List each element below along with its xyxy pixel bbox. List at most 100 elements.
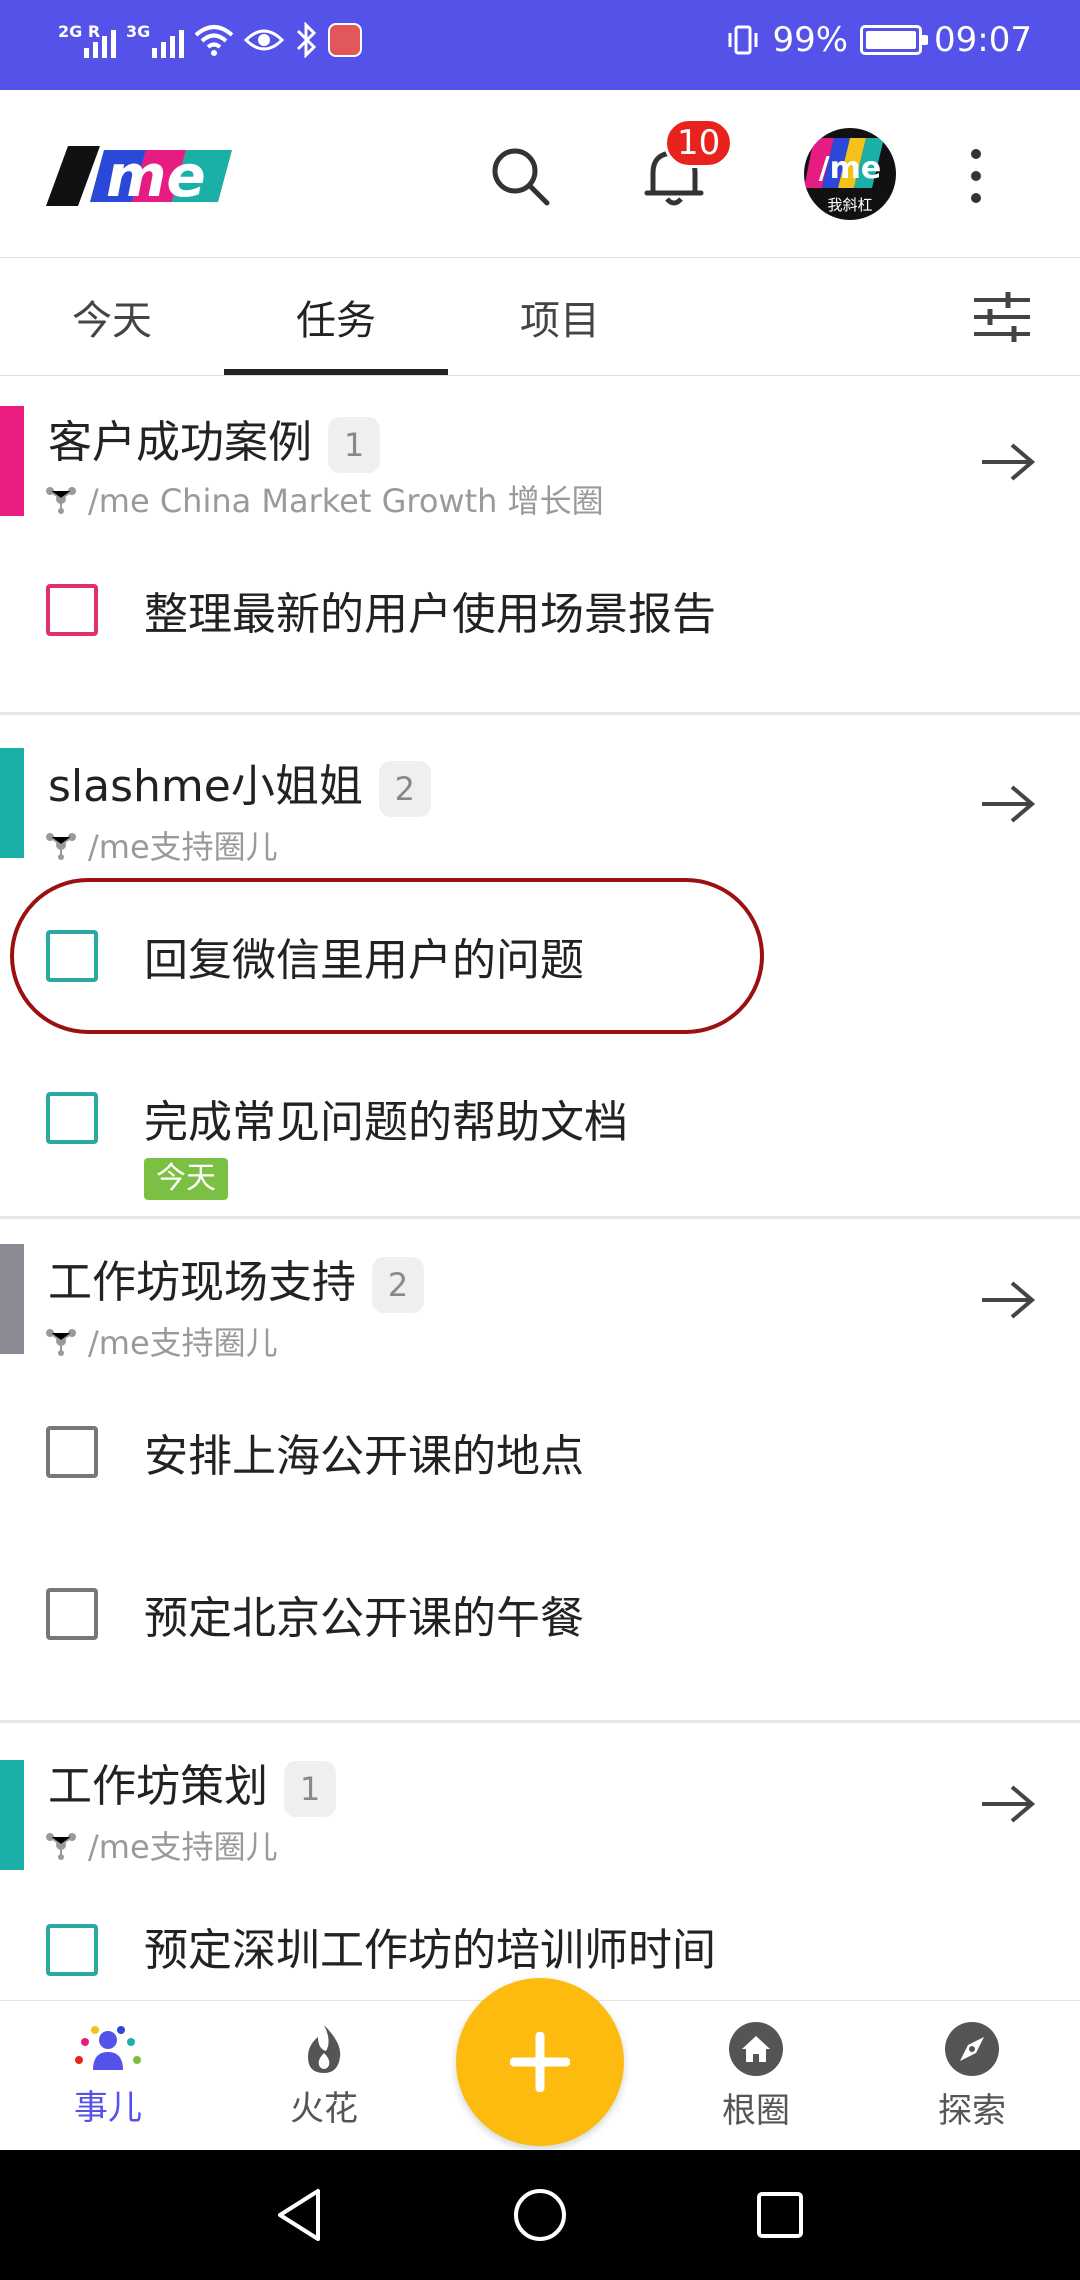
search-icon <box>492 148 550 206</box>
system-nav-bar <box>0 2150 1080 2280</box>
section-circle: /me支持圈儿 <box>44 1318 278 1364</box>
vibrate-icon <box>728 25 758 55</box>
svg-text:me: me <box>106 142 206 210</box>
avatar[interactable]: /me 我斜杠 <box>804 128 896 220</box>
circle-name[interactable]: /me支持圈儿 <box>88 822 278 868</box>
circle-network-icon <box>46 833 76 860</box>
plus-icon <box>510 2032 570 2092</box>
more-vertical-icon <box>971 149 981 203</box>
eye-icon <box>244 29 284 51</box>
section-circle: /me China Market Growth 增长圈 <box>44 476 604 522</box>
nav-label: 探索 <box>938 2090 1006 2131</box>
notification-badge: 10 <box>664 118 734 168</box>
section-divider <box>0 712 1080 715</box>
status-left: 2G R 3G <box>58 22 362 58</box>
project-section: 工作坊策划 1 /me支持圈儿 预定深圳工作坊的培训师时间 <box>0 1724 1080 2000</box>
task-checkbox[interactable] <box>46 1588 98 1640</box>
avatar-text: /me <box>819 151 882 186</box>
status-right: 99% 09:07 <box>726 20 1032 60</box>
circle-name[interactable]: /me支持圈儿 <box>88 1318 278 1364</box>
open-project-arrow-icon[interactable] <box>980 1280 1036 1320</box>
nav-sparks[interactable]: 火花 <box>224 2001 424 2151</box>
system-recents-button[interactable] <box>745 2180 815 2250</box>
signal-icon: 2G R <box>58 22 116 58</box>
recents-square-icon <box>757 2192 803 2238</box>
section-color-bar <box>0 748 24 858</box>
add-task-fab[interactable] <box>456 1978 624 2146</box>
circle-network-icon <box>46 1329 76 1356</box>
task-item[interactable]: 回复微信里用户的问题 <box>0 896 1080 1016</box>
section-title[interactable]: 客户成功案例 1 <box>48 406 380 473</box>
bluetooth-icon <box>296 22 317 58</box>
back-triangle-icon <box>278 2189 320 2241</box>
nav-label: 事儿 <box>74 2087 142 2128</box>
clock: 09:07 <box>934 20 1032 60</box>
battery-percent: 99% <box>772 20 849 60</box>
task-item[interactable]: 整理最新的用户使用场景报告 <box>0 550 1080 670</box>
status-bar: 2G R 3G 99% 09:07 <box>0 0 1080 90</box>
task-count-badge: 1 <box>284 1761 336 1817</box>
tab-projects[interactable]: 项目 <box>448 258 672 376</box>
task-checkbox[interactable] <box>46 1426 98 1478</box>
task-count-badge: 1 <box>328 417 380 473</box>
tab-tasks[interactable]: 任务 <box>224 258 448 376</box>
task-title[interactable]: 整理最新的用户使用场景报告 <box>144 578 716 642</box>
section-title[interactable]: 工作坊现场支持 2 <box>48 1246 424 1313</box>
open-project-arrow-icon[interactable] <box>980 442 1036 482</box>
section-title[interactable]: slashme小姐姐 2 <box>48 750 431 817</box>
section-title-text: 工作坊策划 <box>48 1761 268 1812</box>
task-checkbox[interactable] <box>46 930 98 982</box>
task-checkbox[interactable] <box>46 584 98 636</box>
project-section: slashme小姐姐 2 /me支持圈儿 回复微信里用户的问题 完成常见问题的帮助… <box>0 716 1080 1220</box>
circle-name[interactable]: /me China Market Growth 增长圈 <box>88 476 604 522</box>
nav-explore[interactable]: 探索 <box>872 2001 1072 2151</box>
task-item[interactable]: 完成常见问题的帮助文档 今天 <box>0 1060 1080 1200</box>
nav-root-circle[interactable]: 根圈 <box>656 2001 856 2151</box>
more-menu-button[interactable] <box>936 136 1016 216</box>
task-list: 客户成功案例 1 /me China Market Growth 增长圈 整理最新… <box>0 376 1080 2000</box>
circle-name[interactable]: /me支持圈儿 <box>88 1822 278 1868</box>
task-item[interactable]: 预定北京公开课的午餐 <box>0 1554 1080 1674</box>
app-header: me 10 /me 我斜杠 <box>0 90 1080 258</box>
due-today-tag: 今天 <box>144 1158 228 1200</box>
section-title[interactable]: 工作坊策划 1 <box>48 1750 336 1817</box>
task-checkbox[interactable] <box>46 1092 98 1144</box>
active-tab-indicator <box>224 369 448 375</box>
task-title[interactable]: 预定深圳工作坊的培训师时间 <box>144 1914 716 1978</box>
task-title[interactable]: 安排上海公开课的地点 <box>144 1420 584 1484</box>
circle-network-icon <box>46 487 76 514</box>
task-item[interactable]: 安排上海公开课的地点 <box>0 1392 1080 1512</box>
home-circle-icon <box>514 2189 566 2241</box>
battery-fill <box>866 31 916 49</box>
avatar-logo: /me 我斜杠 <box>804 138 884 214</box>
task-title[interactable]: 预定北京公开课的午餐 <box>144 1582 584 1646</box>
tab-bar: 今天 任务 项目 <box>0 258 1080 376</box>
section-color-bar <box>0 1760 24 1870</box>
section-color-bar <box>0 1244 24 1354</box>
tab-today[interactable]: 今天 <box>0 258 224 376</box>
section-divider <box>0 1216 1080 1219</box>
section-circle: /me支持圈儿 <box>44 822 278 868</box>
section-title-text: 客户成功案例 <box>48 417 312 468</box>
slashme-logo[interactable]: me <box>46 142 232 210</box>
task-count-badge: 2 <box>372 1257 424 1313</box>
filter-settings-icon[interactable] <box>972 292 1032 342</box>
search-button[interactable] <box>480 136 560 216</box>
nav-tasks[interactable]: 事儿 <box>8 2001 208 2151</box>
app-notification-icon <box>328 23 362 57</box>
wifi-icon <box>194 25 234 56</box>
section-title-text: slashme小姐姐 <box>48 761 363 812</box>
home-icon <box>729 2021 783 2076</box>
task-checkbox[interactable] <box>46 1924 98 1976</box>
open-project-arrow-icon[interactable] <box>980 1784 1036 1824</box>
battery-icon <box>860 25 929 55</box>
section-circle: /me支持圈儿 <box>44 1822 278 1868</box>
task-title[interactable]: 回复微信里用户的问题 <box>144 924 584 988</box>
open-project-arrow-icon[interactable] <box>980 784 1036 824</box>
task-title[interactable]: 完成常见问题的帮助文档 <box>144 1086 628 1150</box>
system-home-button[interactable] <box>505 2180 575 2250</box>
section-color-bar <box>0 406 24 516</box>
signal-icon-2: 3G <box>126 22 184 58</box>
circle-network-icon <box>46 1833 76 1860</box>
system-back-button[interactable] <box>264 2180 334 2250</box>
